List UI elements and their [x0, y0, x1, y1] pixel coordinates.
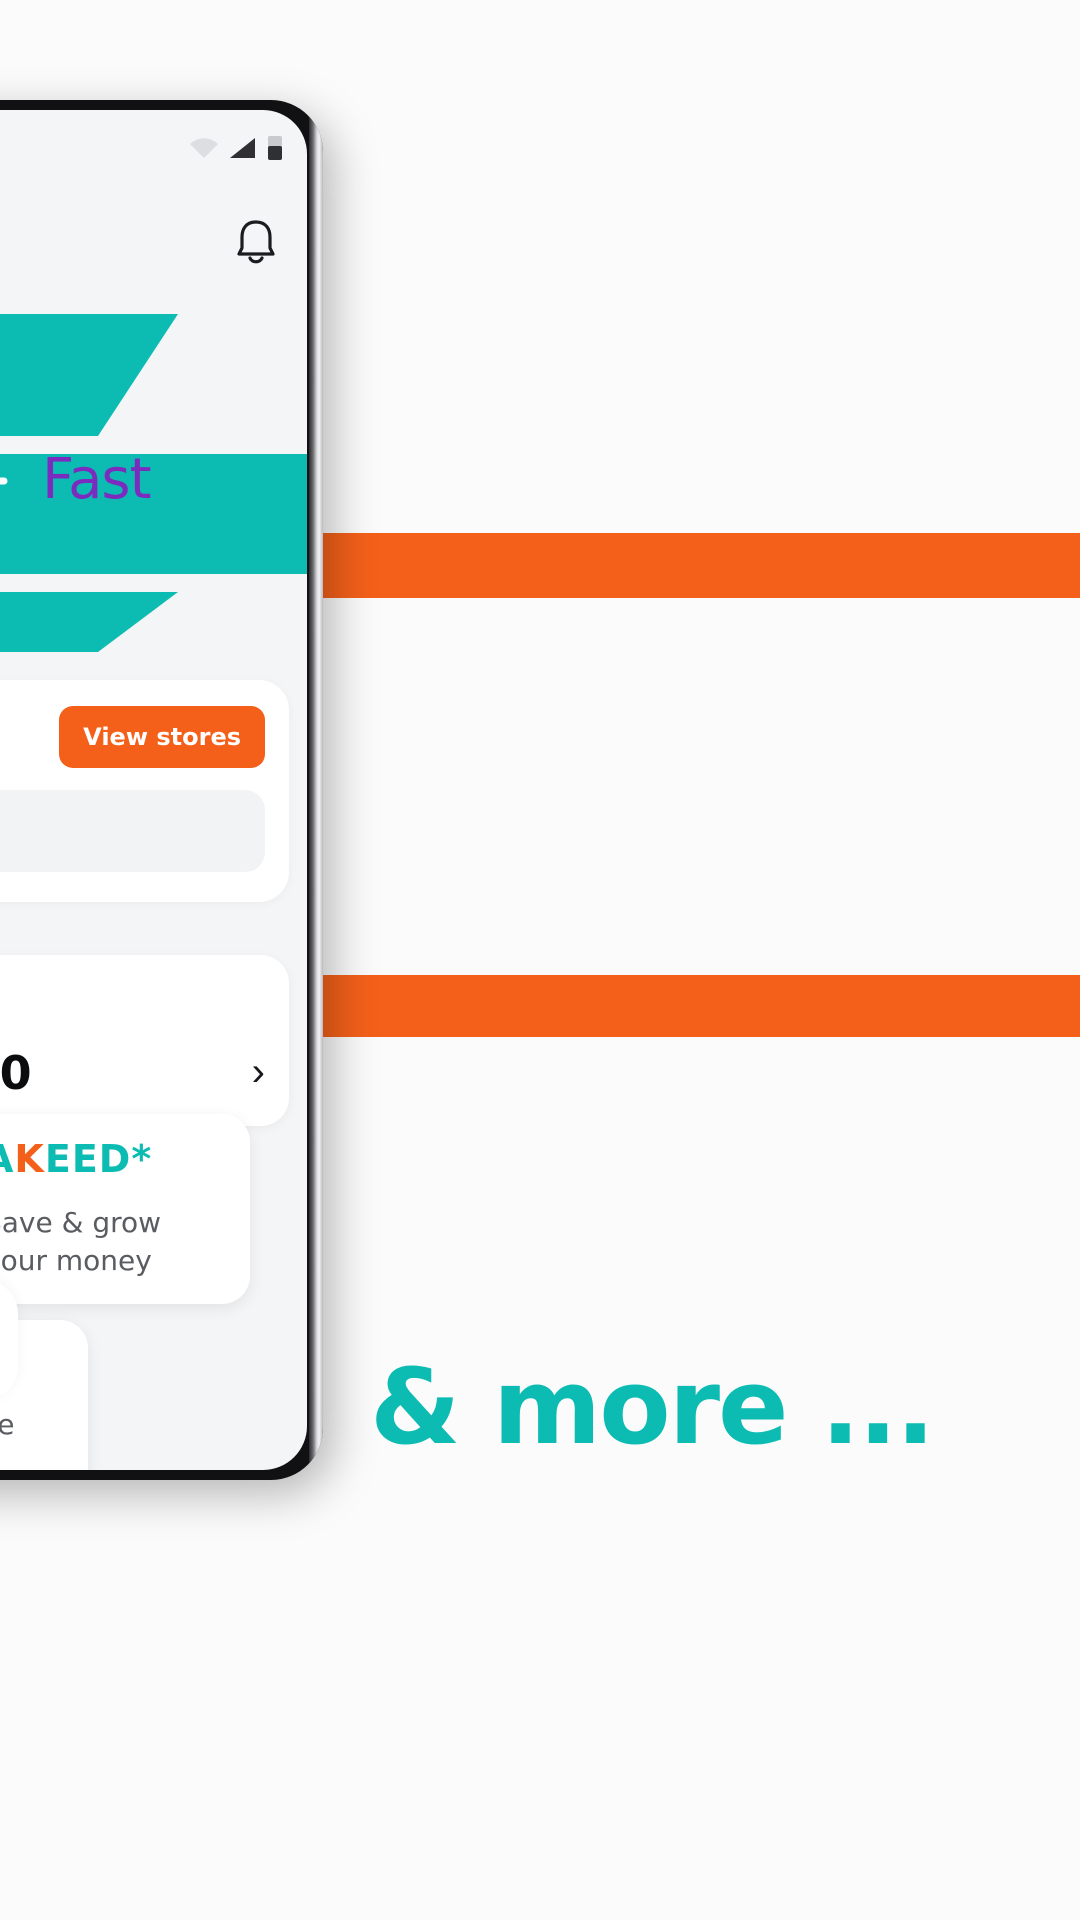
due-today-card[interactable]: Due today EGP 5,000 ›: [0, 955, 289, 1126]
product-desc: Send & receive money easily: [0, 1406, 64, 1470]
bell-icon[interactable]: [231, 215, 281, 269]
akeed-logo: AKEED*: [0, 1140, 226, 1178]
promo-search-input[interactable]: [0, 790, 265, 872]
background-orange-bar-top: [322, 533, 1080, 598]
logo-mid: K: [14, 1137, 45, 1181]
logo-prefix: A: [0, 1137, 14, 1181]
promo-row: ter! View stores: [0, 706, 265, 768]
app-header: [0, 202, 307, 282]
and-more-headline: & more ...: [370, 1346, 935, 1468]
due-amount-value: 5,000: [0, 1046, 32, 1100]
product-desc-line2: your money: [0, 1243, 152, 1277]
phone-mockup: Fast ter! View stores Due today EGP 5,00…: [0, 100, 323, 1480]
product-desc-line1: Send & receive: [0, 1408, 15, 1441]
status-bar: [0, 110, 307, 186]
product-desc: Save & grow your money: [0, 1204, 226, 1280]
product-desc-line2: money easily: [0, 1444, 64, 1470]
due-amount-row: EGP 5,000 ›: [0, 1046, 265, 1100]
hero-label: Fast: [42, 447, 152, 512]
arrow-left-icon[interactable]: [0, 454, 22, 508]
phone-screen: Fast ter! View stores Due today EGP 5,00…: [0, 110, 307, 1470]
product-card-akeed[interactable]: AKEED* Save & grow your money: [0, 1114, 250, 1304]
phone-side-rail: [309, 100, 323, 1480]
due-amount-group: EGP 5,000: [0, 1046, 32, 1100]
cellular-signal-icon: [230, 138, 255, 158]
background-orange-bar-bottom: [322, 975, 1080, 1037]
logo-suffix: EED*: [44, 1137, 153, 1181]
battery-icon: [268, 136, 282, 160]
promo-card: ter! View stores: [0, 680, 289, 902]
view-stores-button[interactable]: View stores: [59, 706, 265, 768]
chevron-right-icon[interactable]: ›: [252, 1052, 265, 1092]
product-desc-line1: Save & grow: [0, 1206, 162, 1239]
hero-banner: Fast: [0, 286, 307, 676]
wifi-icon: [190, 138, 218, 158]
